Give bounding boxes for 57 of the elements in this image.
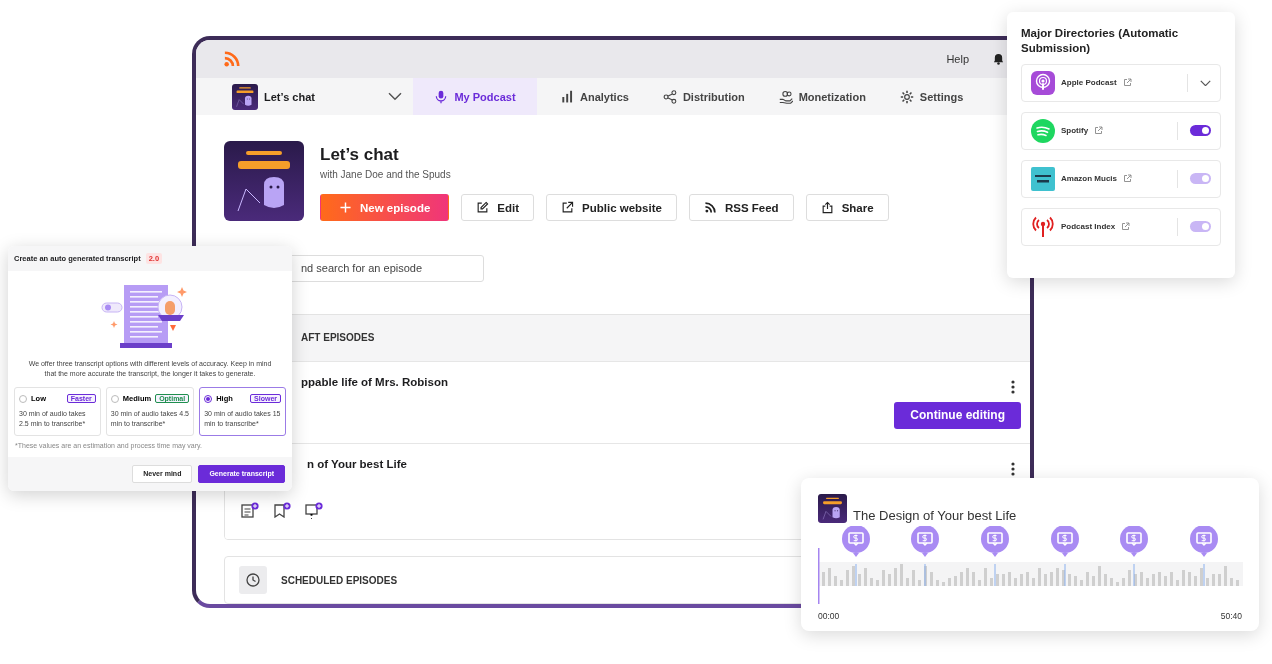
external-link-icon[interactable] (1122, 78, 1132, 88)
action-button[interactable]: Share (805, 194, 889, 221)
external-link-icon[interactable] (1121, 222, 1131, 232)
bar-chart-icon (560, 89, 574, 104)
rss-icon (703, 201, 717, 214)
nav-tab[interactable]: My Podcast (413, 78, 537, 115)
microphone-icon (434, 89, 449, 104)
action-button[interactable]: Edit (461, 194, 535, 221)
directory-name: Apple Podcast (1061, 78, 1117, 88)
nav-tab[interactable]: Monetization (761, 78, 883, 115)
rss-logo-icon (224, 51, 240, 67)
add-bookmark-icon[interactable] (273, 501, 291, 518)
sound-waves-circle-icon (1031, 118, 1055, 143)
external-link-icon (561, 201, 575, 214)
action-button[interactable]: RSS Feed (688, 194, 794, 221)
directory-name: Spotify (1061, 126, 1089, 136)
chevron-down-icon[interactable] (388, 92, 402, 101)
cover-art (232, 83, 258, 110)
help-link[interactable]: Help (946, 53, 969, 65)
directory-name: Amazon Mucis (1061, 174, 1117, 184)
external-link-icon[interactable] (1094, 126, 1104, 136)
edit-icon (476, 201, 490, 214)
continue-editing-button[interactable]: Continue editing (894, 401, 1021, 429)
antenna-icon (1031, 214, 1055, 239)
action-button[interactable]: Public website (546, 194, 677, 221)
more-options-icon[interactable] (1011, 461, 1015, 476)
add-ad-marker-icon[interactable] (305, 501, 323, 520)
nav-tab[interactable]: Settings (882, 78, 981, 115)
episode-title: ppable life of Mrs. Robison (301, 375, 449, 388)
external-link-icon[interactable] (1123, 174, 1132, 184)
gear-icon (899, 89, 914, 104)
chevron-down-icon[interactable] (1200, 79, 1211, 87)
more-options-icon[interactable] (1011, 379, 1015, 394)
nav-tab[interactable]: Analytics (543, 78, 646, 115)
episode-title: n of Your best Life (307, 457, 408, 470)
cover-art (818, 494, 847, 523)
nav-tab[interactable]: Distribution (645, 78, 762, 115)
end-time: 50:40 (1220, 611, 1242, 621)
podcast-hosts: with Jane Doe and the Spuds (320, 169, 452, 180)
episode-title: The Design of Your best Life (853, 508, 1017, 523)
start-time: 00:00 (818, 611, 840, 621)
directory-name: Podcast Index (1061, 222, 1116, 232)
podcast-title: Let’s chat (320, 145, 400, 165)
panel-title: Major Directories (Automatic Submission) (1021, 26, 1180, 56)
share-nodes-icon (662, 89, 677, 104)
clock-icon (246, 573, 260, 588)
plus-icon (339, 201, 352, 214)
hand-coins-icon (778, 89, 793, 104)
section-heading: SCHEDULED EPISODES (281, 574, 398, 586)
add-notes-icon[interactable] (241, 501, 259, 518)
action-button[interactable]: New episode (320, 194, 450, 221)
section-heading: AFT EPISODES (301, 332, 375, 344)
bell-icon[interactable] (993, 53, 1004, 65)
toggle-switch[interactable] (1190, 125, 1211, 137)
share-icon (820, 201, 834, 214)
podcast-app-icon (1031, 70, 1055, 95)
podcast-selector[interactable]: Let’s chat (232, 78, 402, 115)
